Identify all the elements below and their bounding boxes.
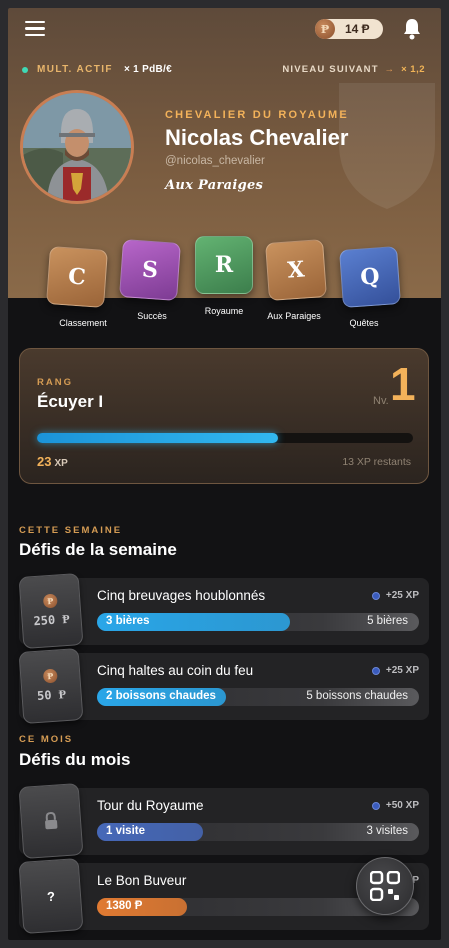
top-bar: Ᵽ 14 Ᵽ xyxy=(8,8,441,52)
coin-icon: Ᵽ xyxy=(315,19,335,39)
challenge-title: Cinq haltes au coin du feu xyxy=(97,663,254,678)
reward-text: +25 XP xyxy=(385,665,419,676)
xp-unit: XP xyxy=(54,458,68,469)
monthly-title: Défis du mois xyxy=(19,750,131,769)
nav-tile-aux-paraiges[interactable]: X xyxy=(265,239,327,301)
challenge-title: Tour du Royaume xyxy=(97,798,204,813)
reward-text: +50 XP xyxy=(385,800,419,811)
challenge-goal: 5 bières xyxy=(367,615,408,627)
challenge-progress-bar: 2 boissons chaudes 5 boissons chaudes xyxy=(97,688,419,706)
badge-amount: 50 Ᵽ xyxy=(36,686,67,703)
coin-icon: Ᵽ xyxy=(42,593,58,609)
challenge-mystery-badge: ? xyxy=(18,857,84,935)
xp-value: 23 XP xyxy=(37,454,68,469)
profile-handle: @nicolas_chevalier xyxy=(165,155,265,167)
challenge-card[interactable]: Tour du Royaume +50 XP 1 visite 3 visite… xyxy=(18,782,429,860)
xp-amount: 23 xyxy=(37,454,52,469)
nav-label-royaume: Royaume xyxy=(204,306,244,316)
gem-icon xyxy=(371,666,380,675)
aux-paraiges-letter-icon: X xyxy=(286,256,306,284)
qr-scan-button[interactable] xyxy=(356,857,414,915)
nav-label-succes: Succès xyxy=(137,311,167,321)
challenge-current: 2 boissons chaudes xyxy=(106,690,216,702)
challenge-goal: 3 visites xyxy=(366,825,408,837)
rank-label: RANG xyxy=(37,377,73,388)
weekly-overline: CETTE SEMAINE xyxy=(19,525,123,536)
rank-name: Écuyer I xyxy=(37,392,104,411)
nav-label-classement: Classement xyxy=(59,318,107,328)
challenge-title: Cinq breuvages houblonnés xyxy=(97,588,266,603)
avatar[interactable] xyxy=(20,90,134,204)
weekly-title: Défis de la semaine xyxy=(19,540,177,559)
coin-balance[interactable]: Ᵽ 14 Ᵽ xyxy=(315,19,383,39)
reward-text: +25 XP xyxy=(385,590,419,601)
gem-icon xyxy=(371,591,380,600)
badge-amount: 250 Ᵽ xyxy=(33,611,71,629)
status-dot xyxy=(22,66,28,73)
lock-icon xyxy=(45,812,58,830)
nav-tile-royaume[interactable]: R xyxy=(195,236,253,294)
establishment-name: Aux Paraiges xyxy=(165,178,264,193)
royaume-letter-icon: R xyxy=(214,252,234,278)
nav-label-aux-paraiges: Aux Paraiges xyxy=(267,311,321,321)
next-level-label: NIVEAU SUIVANT xyxy=(282,64,379,75)
challenge-xp-reward: +25 XP xyxy=(371,665,419,676)
multiplier-value: × 1 PdB/€ xyxy=(123,64,172,75)
challenge-progress-bar: 3 bières 5 bières xyxy=(97,613,419,631)
profile-name: Nicolas Chevalier xyxy=(165,125,349,150)
challenge-current: 1380 Ᵽ xyxy=(106,900,143,912)
challenge-reward-badge: Ᵽ 250 Ᵽ xyxy=(18,572,84,650)
challenge-locked-badge xyxy=(18,782,84,860)
challenge-xp-reward: +50 XP xyxy=(371,800,419,811)
classement-letter-icon: C xyxy=(67,263,87,291)
next-level-value: × 1,2 xyxy=(401,64,425,75)
menu-icon[interactable] xyxy=(25,21,45,37)
app-screen: Ᵽ 14 Ᵽ MULT. ACTIF × 1 PdB/€ NIVEAU SUIV… xyxy=(8,8,441,940)
nav-tile-classement[interactable]: C xyxy=(46,246,108,308)
challenge-current: 1 visite xyxy=(106,825,145,837)
challenge-title: Le Bon Buveur xyxy=(97,873,187,888)
challenge-xp-reward: +25 XP xyxy=(371,590,419,601)
multiplier-label: MULT. ACTIF xyxy=(37,64,113,75)
challenge-current: 3 bières xyxy=(106,615,150,627)
challenge-progress-bar: 1 visite 3 visites xyxy=(97,823,419,841)
succes-letter-icon: S xyxy=(141,256,159,284)
level-label: Nv. xyxy=(373,395,389,407)
nav-tile-succes[interactable]: S xyxy=(119,239,181,301)
mystery-badge-text: ? xyxy=(46,888,56,904)
coin-count: 14 Ᵽ xyxy=(345,22,370,36)
challenge-goal: 5 boissons chaudes xyxy=(306,690,408,702)
active-multiplier: MULT. ACTIF × 1 PdB/€ xyxy=(22,64,172,75)
next-level-info: NIVEAU SUIVANT → × 1,2 xyxy=(282,64,425,75)
xp-progress-bar xyxy=(37,433,413,443)
arrow-right-icon: → xyxy=(384,64,396,75)
qr-code-icon xyxy=(370,871,400,901)
challenge-card[interactable]: Ᵽ 250 Ᵽ Cinq breuvages houblonnés +25 XP… xyxy=(18,572,429,650)
quetes-letter-icon: Q xyxy=(359,263,381,291)
monthly-overline: CE MOIS xyxy=(19,734,74,745)
nav-tile-quetes[interactable]: Q xyxy=(339,246,401,308)
nav-label-quetes: Quêtes xyxy=(349,318,379,328)
xp-progress-fill xyxy=(37,433,278,443)
gem-icon xyxy=(371,801,380,810)
knight-portrait xyxy=(23,93,131,201)
profile-rank-title: CHEVALIER DU ROYAUME xyxy=(165,109,349,121)
rank-card[interactable]: RANG Écuyer I Nv. 1 23 XP 13 XP restants xyxy=(19,348,429,484)
challenge-reward-badge: Ᵽ 50 Ᵽ xyxy=(18,647,84,725)
coin-icon: Ᵽ xyxy=(42,668,58,684)
challenge-card[interactable]: Ᵽ 50 Ᵽ Cinq haltes au coin du feu +25 XP… xyxy=(18,647,429,725)
xp-remaining: 13 XP restants xyxy=(342,456,411,468)
bell-icon[interactable] xyxy=(402,18,422,40)
level-number: 1 xyxy=(390,358,416,410)
